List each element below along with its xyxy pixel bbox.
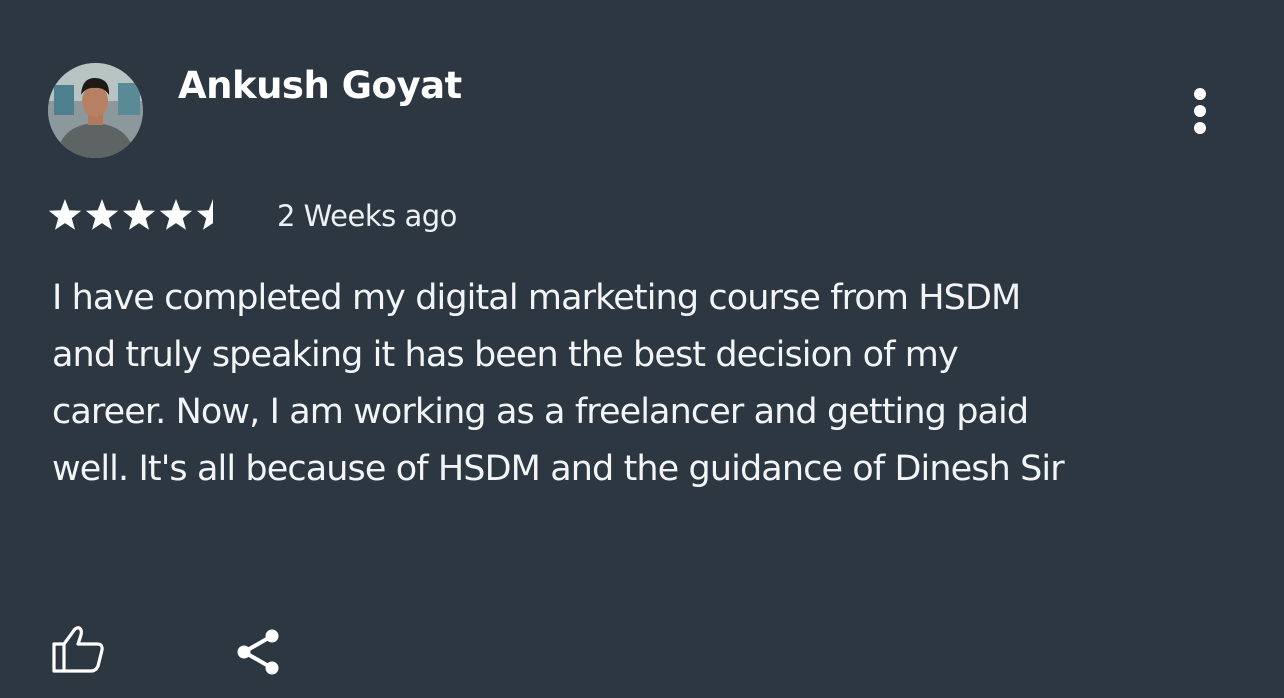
thumbs-up-icon: [52, 626, 104, 673]
share-icon: [237, 629, 279, 675]
star-icon: [85, 199, 119, 230]
review-text: I have completed my digital marketing co…: [52, 270, 1262, 498]
review-text-line: and truly speaking it has been the best …: [52, 335, 959, 375]
review-age: 2 Weeks ago: [277, 199, 457, 233]
more-options-button[interactable]: [1180, 82, 1220, 140]
star-rating-stars: [48, 199, 213, 230]
star-icon: [196, 199, 213, 230]
review-text-line: I have completed my digital marketing co…: [52, 278, 1021, 318]
star-rating: [47, 196, 237, 236]
star-icon: [159, 199, 193, 230]
star-icon: [122, 199, 156, 230]
star-icon: [48, 199, 82, 230]
reviewer-name: Ankush Goyat: [178, 64, 462, 107]
review-text-line: career. Now, I am working as a freelance…: [52, 392, 1029, 432]
avatar: [48, 63, 143, 158]
review-card: Ankush Goyat 2 Weeks ago I have complete…: [0, 0, 1284, 698]
more-vertical-icon: [1194, 88, 1206, 134]
review-text-line: well. It's all because of HSDM and the g…: [52, 449, 1065, 489]
share-button[interactable]: [234, 626, 284, 678]
like-button[interactable]: [50, 624, 106, 674]
